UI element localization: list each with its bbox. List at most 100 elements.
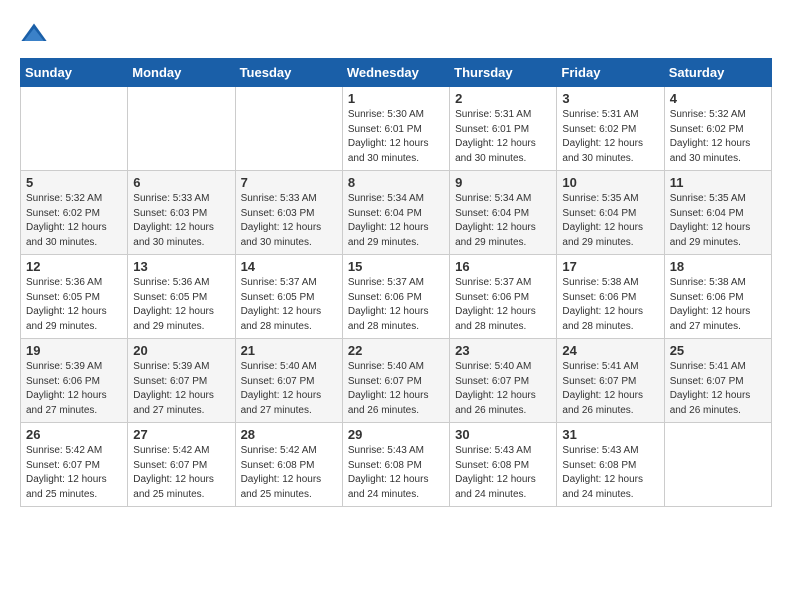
day-number: 13 <box>133 259 229 274</box>
day-number: 16 <box>455 259 551 274</box>
day-cell: 20 Sunrise: 5:39 AMSunset: 6:07 PMDayligh… <box>128 339 235 423</box>
day-number: 2 <box>455 91 551 106</box>
day-info: Sunrise: 5:35 AMSunset: 6:04 PMDaylight:… <box>562 192 658 250</box>
day-cell: 19Sunrise: 5:39 AMSunset: 6:06 PMDayligh… <box>21 339 128 423</box>
day-info: Sunrise: 5:42 AMSunset: 6:07 PMDaylight:… <box>133 444 229 502</box>
week-row-4: 19Sunrise: 5:39 AMSunset: 6:06 PMDayligh… <box>21 339 772 423</box>
day-number: 24 <box>562 343 658 358</box>
day-info: Sunrise: 5:39 AMSunset: 6:06 PMDaylight:… <box>26 360 122 418</box>
day-info: Sunrise: 5:38 AMSunset: 6:06 PMDaylight:… <box>562 276 658 334</box>
day-cell: 5 Sunrise: 5:32 AMSunset: 6:02 PMDaylight… <box>21 171 128 255</box>
day-cell: 13 Sunrise: 5:36 AMSunset: 6:05 PMDayligh… <box>128 255 235 339</box>
day-info: Sunrise: 5:32 AMSunset: 6:02 PMDaylight:… <box>26 192 122 250</box>
day-cell: 12 Sunrise: 5:36 AMSunset: 6:05 PMDayligh… <box>21 255 128 339</box>
day-info: Sunrise: 5:35 AMSunset: 6:04 PMDaylight:… <box>670 192 766 250</box>
day-cell: 9 Sunrise: 5:34 AMSunset: 6:04 PMDaylight… <box>450 171 557 255</box>
day-number: 9 <box>455 175 551 190</box>
day-cell: 3 Sunrise: 5:31 AMSunset: 6:02 PMDaylight… <box>557 87 664 171</box>
day-info: Sunrise: 5:41 AMSunset: 6:07 PMDaylight:… <box>670 360 766 418</box>
day-info: Sunrise: 5:33 AMSunset: 6:03 PMDaylight:… <box>133 192 229 250</box>
day-cell: 23 Sunrise: 5:40 AMSunset: 6:07 PMDayligh… <box>450 339 557 423</box>
week-row-1: 1 Sunrise: 5:30 AMSunset: 6:01 PMDaylight… <box>21 87 772 171</box>
day-number: 3 <box>562 91 658 106</box>
day-cell: 6 Sunrise: 5:33 AMSunset: 6:03 PMDaylight… <box>128 171 235 255</box>
day-cell <box>21 87 128 171</box>
day-cell: 29 Sunrise: 5:43 AMSunset: 6:08 PMDayligh… <box>342 423 449 507</box>
day-cell: 10Sunrise: 5:35 AMSunset: 6:04 PMDayligh… <box>557 171 664 255</box>
day-cell: 16Sunrise: 5:37 AMSunset: 6:06 PMDayligh… <box>450 255 557 339</box>
day-info: Sunrise: 5:36 AMSunset: 6:05 PMDaylight:… <box>133 276 229 334</box>
week-row-5: 26 Sunrise: 5:42 AMSunset: 6:07 PMDayligh… <box>21 423 772 507</box>
day-cell: 22 Sunrise: 5:40 AMSunset: 6:07 PMDayligh… <box>342 339 449 423</box>
day-cell: 2 Sunrise: 5:31 AMSunset: 6:01 PMDaylight… <box>450 87 557 171</box>
day-number: 26 <box>26 427 122 442</box>
day-info: Sunrise: 5:40 AMSunset: 6:07 PMDaylight:… <box>455 360 551 418</box>
day-number: 22 <box>348 343 444 358</box>
day-cell: 24 Sunrise: 5:41 AMSunset: 6:07 PMDayligh… <box>557 339 664 423</box>
day-cell: 31Sunrise: 5:43 AMSunset: 6:08 PMDayligh… <box>557 423 664 507</box>
day-number: 20 <box>133 343 229 358</box>
day-cell: 14Sunrise: 5:37 AMSunset: 6:05 PMDayligh… <box>235 255 342 339</box>
day-cell <box>128 87 235 171</box>
day-cell: 4 Sunrise: 5:32 AMSunset: 6:02 PMDaylight… <box>664 87 771 171</box>
day-cell: 8 Sunrise: 5:34 AMSunset: 6:04 PMDaylight… <box>342 171 449 255</box>
day-cell: 7Sunrise: 5:33 AMSunset: 6:03 PMDaylight… <box>235 171 342 255</box>
day-info: Sunrise: 5:36 AMSunset: 6:05 PMDaylight:… <box>26 276 122 334</box>
day-info: Sunrise: 5:38 AMSunset: 6:06 PMDaylight:… <box>670 276 766 334</box>
day-info: Sunrise: 5:34 AMSunset: 6:04 PMDaylight:… <box>348 192 444 250</box>
day-info: Sunrise: 5:37 AMSunset: 6:05 PMDaylight:… <box>241 276 337 334</box>
day-info: Sunrise: 5:40 AMSunset: 6:07 PMDaylight:… <box>348 360 444 418</box>
day-cell <box>664 423 771 507</box>
weekday-header-thursday: Thursday <box>450 59 557 87</box>
day-number: 12 <box>26 259 122 274</box>
day-number: 18 <box>670 259 766 274</box>
day-info: Sunrise: 5:31 AMSunset: 6:01 PMDaylight:… <box>455 108 551 166</box>
day-cell: 1 Sunrise: 5:30 AMSunset: 6:01 PMDaylight… <box>342 87 449 171</box>
day-info: Sunrise: 5:32 AMSunset: 6:02 PMDaylight:… <box>670 108 766 166</box>
day-number: 23 <box>455 343 551 358</box>
day-number: 6 <box>133 175 229 190</box>
logo-icon <box>20 20 48 48</box>
weekday-header-row: SundayMondayTuesdayWednesdayThursdayFrid… <box>21 59 772 87</box>
day-info: Sunrise: 5:31 AMSunset: 6:02 PMDaylight:… <box>562 108 658 166</box>
day-info: Sunrise: 5:43 AMSunset: 6:08 PMDaylight:… <box>348 444 444 502</box>
day-cell: 25 Sunrise: 5:41 AMSunset: 6:07 PMDayligh… <box>664 339 771 423</box>
day-number: 11 <box>670 175 766 190</box>
day-number: 27 <box>133 427 229 442</box>
day-info: Sunrise: 5:41 AMSunset: 6:07 PMDaylight:… <box>562 360 658 418</box>
day-info: Sunrise: 5:34 AMSunset: 6:04 PMDaylight:… <box>455 192 551 250</box>
logo <box>20 20 52 48</box>
day-info: Sunrise: 5:43 AMSunset: 6:08 PMDaylight:… <box>455 444 551 502</box>
day-cell: 15 Sunrise: 5:37 AMSunset: 6:06 PMDayligh… <box>342 255 449 339</box>
day-info: Sunrise: 5:39 AMSunset: 6:07 PMDaylight:… <box>133 360 229 418</box>
weekday-header-wednesday: Wednesday <box>342 59 449 87</box>
day-cell: 17 Sunrise: 5:38 AMSunset: 6:06 PMDayligh… <box>557 255 664 339</box>
day-number: 15 <box>348 259 444 274</box>
day-cell: 21Sunrise: 5:40 AMSunset: 6:07 PMDayligh… <box>235 339 342 423</box>
weekday-header-sunday: Sunday <box>21 59 128 87</box>
day-info: Sunrise: 5:42 AMSunset: 6:08 PMDaylight:… <box>241 444 337 502</box>
day-cell: 11 Sunrise: 5:35 AMSunset: 6:04 PMDayligh… <box>664 171 771 255</box>
weekday-header-tuesday: Tuesday <box>235 59 342 87</box>
week-row-2: 5 Sunrise: 5:32 AMSunset: 6:02 PMDaylight… <box>21 171 772 255</box>
day-number: 7 <box>241 175 337 190</box>
day-number: 5 <box>26 175 122 190</box>
weekday-header-saturday: Saturday <box>664 59 771 87</box>
day-number: 17 <box>562 259 658 274</box>
day-info: Sunrise: 5:40 AMSunset: 6:07 PMDaylight:… <box>241 360 337 418</box>
day-info: Sunrise: 5:37 AMSunset: 6:06 PMDaylight:… <box>348 276 444 334</box>
day-number: 1 <box>348 91 444 106</box>
day-cell: 30 Sunrise: 5:43 AMSunset: 6:08 PMDayligh… <box>450 423 557 507</box>
day-cell: 27 Sunrise: 5:42 AMSunset: 6:07 PMDayligh… <box>128 423 235 507</box>
calendar-table: SundayMondayTuesdayWednesdayThursdayFrid… <box>20 58 772 507</box>
day-number: 30 <box>455 427 551 442</box>
day-number: 25 <box>670 343 766 358</box>
day-number: 28 <box>241 427 337 442</box>
page-header <box>20 20 772 48</box>
day-number: 4 <box>670 91 766 106</box>
day-number: 8 <box>348 175 444 190</box>
day-cell: 28 Sunrise: 5:42 AMSunset: 6:08 PMDayligh… <box>235 423 342 507</box>
day-info: Sunrise: 5:43 AMSunset: 6:08 PMDaylight:… <box>562 444 658 502</box>
day-number: 29 <box>348 427 444 442</box>
day-info: Sunrise: 5:30 AMSunset: 6:01 PMDaylight:… <box>348 108 444 166</box>
